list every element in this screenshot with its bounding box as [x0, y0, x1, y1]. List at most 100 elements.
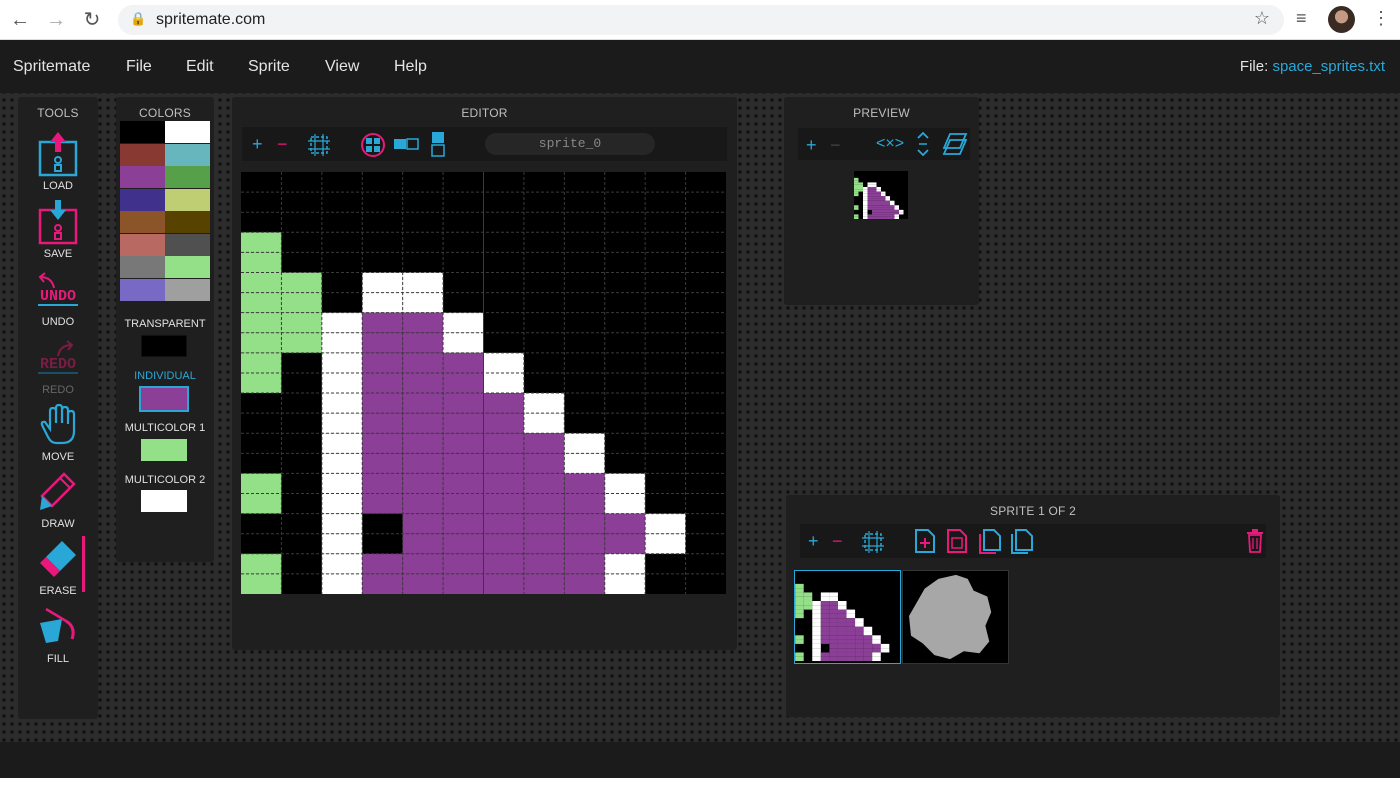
multicolor-toggle-icon[interactable] — [360, 132, 386, 158]
url-text[interactable]: spritemate.com — [156, 11, 265, 29]
sprite-pixel — [812, 605, 821, 610]
tool-load[interactable]: LOAD — [18, 132, 98, 196]
tool-move[interactable]: MOVE — [18, 403, 98, 467]
double-width-icon[interactable] — [392, 134, 420, 154]
menu-view[interactable]: View — [325, 58, 359, 76]
sprite-pixel — [837, 652, 847, 657]
tool-draw[interactable]: DRAW — [18, 470, 98, 534]
double-height-icon[interactable] — [430, 130, 446, 158]
sprite-pixel — [894, 207, 899, 210]
sprite-pixel — [880, 643, 890, 649]
palette-swatch[interactable] — [165, 211, 210, 233]
sprite-pixel — [854, 187, 859, 190]
palette-swatch[interactable] — [120, 121, 165, 143]
palette-swatch[interactable] — [120, 278, 165, 301]
redo-icon-text: REDO — [40, 356, 76, 373]
sprite-pixel — [281, 332, 322, 353]
thumb-zoom-out-icon[interactable]: − — [832, 531, 843, 551]
thumb-zoom-in-icon[interactable]: + — [808, 531, 819, 551]
sprite-pixel — [820, 635, 830, 640]
tool-draw-label: DRAW — [41, 518, 75, 530]
palette-swatch[interactable] — [165, 188, 210, 211]
sprite-pixel — [876, 187, 881, 190]
flip-vertical-icon[interactable] — [916, 131, 930, 157]
back-arrow-icon[interactable]: ← — [8, 8, 32, 32]
tool-redo[interactable]: REDO REDO — [18, 336, 98, 400]
sprite-thumbnail-0[interactable] — [794, 570, 901, 664]
palette-swatch[interactable] — [120, 211, 165, 233]
sprite-pixel — [872, 205, 877, 208]
individual-color-box[interactable] — [139, 386, 189, 412]
tool-save[interactable]: SAVE — [18, 200, 98, 264]
sprite-pixel — [881, 198, 886, 201]
new-sprite-icon[interactable] — [914, 528, 936, 554]
palette-swatch[interactable] — [120, 188, 165, 211]
palette-swatch[interactable] — [165, 278, 210, 301]
sprite-pixel — [443, 533, 484, 554]
avatar[interactable] — [1328, 6, 1355, 33]
multicolor-1-color-box[interactable] — [141, 439, 187, 461]
reload-icon[interactable]: ↻ — [80, 8, 104, 32]
sprite-pixel — [863, 648, 873, 653]
palette-swatch[interactable] — [165, 233, 210, 256]
palette-swatch[interactable] — [120, 143, 165, 166]
load-icon — [38, 132, 78, 177]
sprite-thumbnail-1[interactable] — [902, 570, 1009, 664]
palette-swatch[interactable] — [165, 143, 210, 166]
sprite-pixel — [795, 609, 804, 614]
zoom-in-icon[interactable]: + — [252, 134, 263, 154]
tool-undo[interactable]: UNDO UNDO — [18, 268, 98, 332]
tool-erase[interactable]: ERASE — [18, 537, 98, 601]
menu-edit[interactable]: Edit — [186, 58, 214, 76]
sprite-pixel — [321, 393, 363, 414]
sprite-pixel — [483, 413, 524, 434]
palette-swatch[interactable] — [120, 233, 165, 256]
copy-sprite-icon[interactable] — [946, 528, 968, 554]
palette-swatch[interactable] — [165, 121, 210, 143]
sprite-pixel — [846, 631, 856, 636]
sprite-pixel — [803, 605, 813, 610]
browser-toolbar: ← → ↻ 🔒 spritemate.com ☆ ≡ ⋮ — [0, 0, 1400, 40]
preview-zoom-in-icon[interactable]: + — [806, 135, 817, 155]
sprite-pixel — [885, 216, 890, 219]
menu-help[interactable]: Help — [394, 58, 427, 76]
sprite-pixel — [837, 609, 847, 614]
paste-sprite-icon[interactable] — [1010, 528, 1034, 554]
menu-file[interactable]: File — [126, 58, 152, 76]
file-name[interactable]: space_sprites.txt — [1272, 58, 1385, 75]
media-control-icon[interactable]: ≡ — [1296, 8, 1307, 29]
preview-zoom-out-icon[interactable]: − — [830, 135, 841, 155]
duplicate-sprite-icon[interactable] — [978, 528, 1002, 554]
flip-horizontal-icon[interactable]: <×> — [876, 134, 904, 154]
palette-swatch[interactable] — [120, 166, 165, 188]
zoom-out-icon[interactable]: − — [277, 134, 288, 154]
editor-canvas[interactable] — [241, 172, 726, 594]
address-bar[interactable]: 🔒 spritemate.com ☆ — [118, 5, 1284, 35]
multicolor-2-color-box[interactable] — [141, 490, 187, 512]
sprite-pixel — [829, 656, 838, 662]
sprite-pixel — [812, 643, 821, 649]
palette-swatch[interactable] — [165, 256, 210, 278]
sprite-pixel — [863, 214, 868, 217]
sprite-pixel — [872, 187, 877, 190]
sprite-pixel — [795, 605, 804, 610]
sprite-name-field[interactable]: sprite_0 — [485, 133, 655, 155]
tool-fill[interactable]: FILL — [18, 605, 98, 669]
palette-swatch[interactable] — [120, 256, 165, 278]
trash-icon[interactable] — [1246, 529, 1264, 553]
thumb-grid-icon[interactable] — [862, 531, 884, 553]
grid-toggle-icon[interactable] — [308, 134, 330, 156]
star-icon[interactable]: ☆ — [1254, 8, 1270, 29]
sprite-pixel — [812, 613, 821, 619]
sprite-pixel — [812, 626, 821, 632]
palette-swatch[interactable] — [165, 166, 210, 188]
transparent-color-box[interactable] — [141, 335, 187, 357]
menu-sprite[interactable]: Sprite — [248, 58, 290, 76]
sprite-pixel — [881, 196, 886, 199]
overlay-icon[interactable] — [942, 132, 968, 156]
sprite-pixel — [241, 292, 282, 313]
sprite-pixel — [564, 553, 605, 574]
kebab-menu-icon[interactable]: ⋮ — [1372, 8, 1390, 29]
forward-arrow-icon[interactable]: → — [44, 8, 68, 32]
sprite-pixel — [885, 203, 890, 206]
